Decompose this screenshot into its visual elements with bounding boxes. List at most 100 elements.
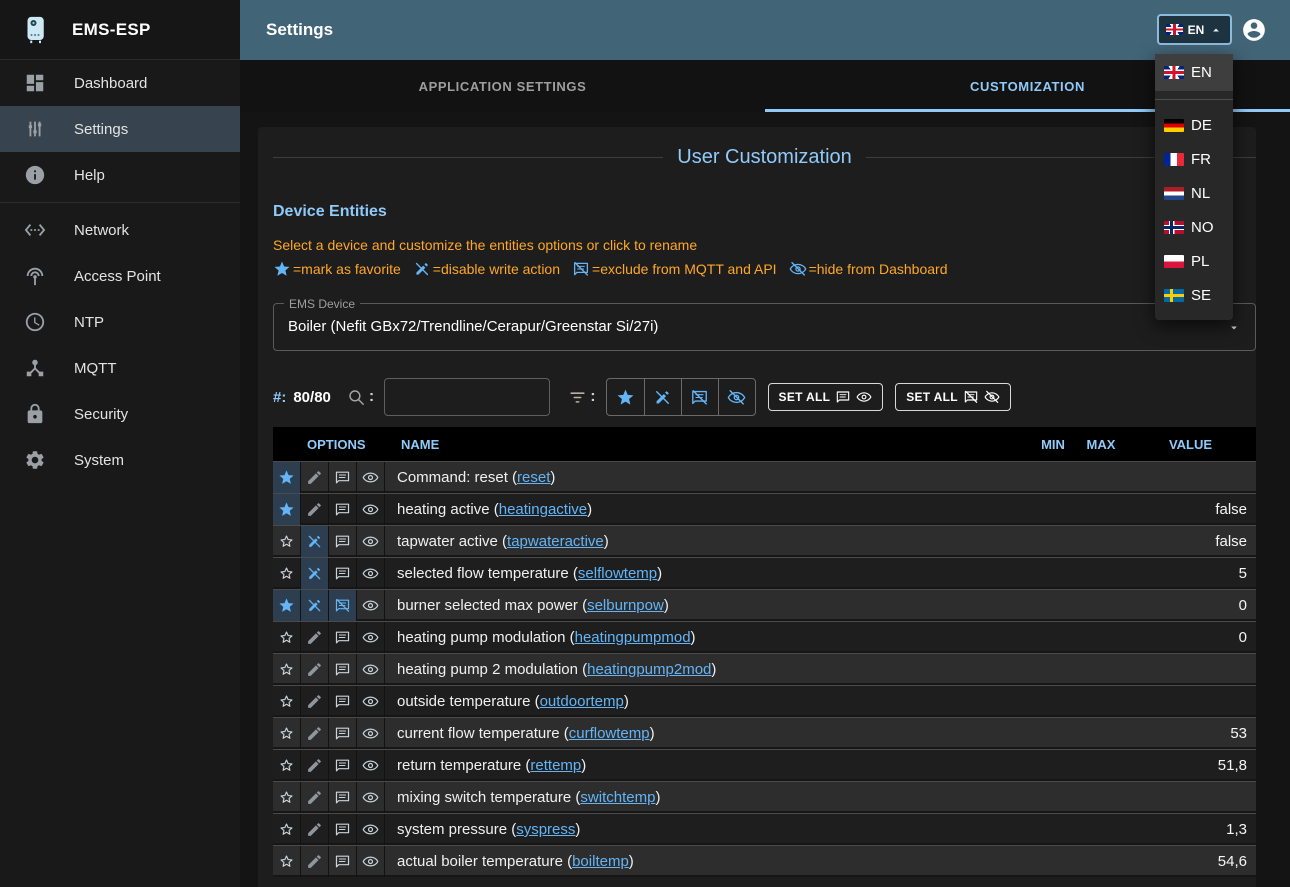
favorite-toggle[interactable] [273,750,301,781]
entity-name[interactable]: selected flow temperature (selflowtemp) [385,558,1029,589]
sidebar-item-mqtt[interactable]: MQTT [0,345,240,391]
favorite-toggle[interactable] [273,846,301,877]
write-action-toggle[interactable] [301,590,329,621]
sidebar-item-access-point[interactable]: Access Point [0,253,240,299]
entity-name[interactable]: actual boiler temperature (boiltemp) [385,846,1029,877]
dashboard-visibility-toggle[interactable] [357,718,385,749]
write-action-toggle[interactable] [301,718,329,749]
entity-name[interactable]: return temperature (rettemp) [385,750,1029,781]
sidebar-item-ntp[interactable]: NTP [0,299,240,345]
search-input[interactable] [384,378,550,416]
language-button[interactable]: EN [1157,14,1232,45]
dashboard-visibility-toggle[interactable] [357,782,385,813]
language-option-de[interactable]: DE [1155,108,1233,142]
mqtt-exclude-toggle[interactable] [329,558,357,589]
mqtt-exclude-toggle[interactable] [329,526,357,557]
favorite-toggle[interactable] [273,590,301,621]
entity-code-link[interactable]: curflowtemp [569,725,650,742]
write-action-toggle[interactable] [301,462,329,493]
filter-write-off-toggle[interactable] [644,379,681,415]
dashboard-visibility-toggle[interactable] [357,654,385,685]
entity-code-link[interactable]: boiltemp [572,853,629,870]
account-icon[interactable] [1241,17,1267,43]
language-option-pl[interactable]: PL [1155,244,1233,278]
write-action-toggle[interactable] [301,494,329,525]
favorite-toggle[interactable] [273,782,301,813]
write-action-toggle[interactable] [301,814,329,845]
write-action-toggle[interactable] [301,750,329,781]
dashboard-visibility-toggle[interactable] [357,526,385,557]
language-option-nl[interactable]: NL [1155,176,1233,210]
mqtt-exclude-toggle[interactable] [329,814,357,845]
dashboard-visibility-toggle[interactable] [357,462,385,493]
favorite-toggle[interactable] [273,718,301,749]
mqtt-exclude-toggle[interactable] [329,462,357,493]
write-action-toggle[interactable] [301,782,329,813]
mqtt-exclude-toggle[interactable] [329,750,357,781]
mqtt-exclude-toggle[interactable] [329,654,357,685]
entity-name[interactable]: outside temperature (outdoortemp) [385,686,1029,717]
dashboard-visibility-toggle[interactable] [357,686,385,717]
write-action-toggle[interactable] [301,622,329,653]
sidebar-item-security[interactable]: Security [0,391,240,437]
entity-code-link[interactable]: heatingactive [499,501,587,518]
dashboard-visibility-toggle[interactable] [357,590,385,621]
sidebar-item-help[interactable]: Help [0,152,240,198]
entity-name[interactable]: current flow temperature (curflowtemp) [385,718,1029,749]
favorite-toggle[interactable] [273,494,301,525]
write-action-toggle[interactable] [301,558,329,589]
entity-code-link[interactable]: heatingpump2mod [587,661,711,678]
entity-name[interactable]: burner selected max power (selburnpow) [385,590,1029,621]
language-option-fr[interactable]: FR [1155,142,1233,176]
favorite-toggle[interactable] [273,558,301,589]
sidebar-item-settings[interactable]: Settings [0,106,240,152]
mqtt-exclude-toggle[interactable] [329,718,357,749]
favorite-toggle[interactable] [273,686,301,717]
entity-name[interactable]: mixing switch temperature (switchtemp) [385,782,1029,813]
favorite-toggle[interactable] [273,622,301,653]
dashboard-visibility-toggle[interactable] [357,622,385,653]
dashboard-visibility-toggle[interactable] [357,558,385,589]
write-action-toggle[interactable] [301,654,329,685]
entity-name[interactable]: heating active (heatingactive) [385,494,1029,525]
entity-code-link[interactable]: syspress [516,821,575,838]
dashboard-visibility-toggle[interactable] [357,750,385,781]
mqtt-exclude-toggle[interactable] [329,494,357,525]
dashboard-visibility-toggle[interactable] [357,494,385,525]
entity-name[interactable]: Command: reset (reset) [385,462,1029,493]
language-option-en[interactable]: EN [1155,54,1233,91]
sidebar-item-dashboard[interactable]: Dashboard [0,60,240,106]
dashboard-visibility-toggle[interactable] [357,814,385,845]
entity-code-link[interactable]: tapwateractive [507,533,604,550]
set-all-show-button[interactable]: SET ALL [768,383,884,411]
entity-code-link[interactable]: heatingpumpmod [575,629,691,646]
entity-code-link[interactable]: switchtemp [580,789,655,806]
mqtt-exclude-toggle[interactable] [329,622,357,653]
entity-code-link[interactable]: rettemp [530,757,581,774]
dashboard-visibility-toggle[interactable] [357,846,385,877]
favorite-toggle[interactable] [273,814,301,845]
write-action-toggle[interactable] [301,846,329,877]
ems-device-select[interactable]: EMS Device Boiler (Nefit GBx72/Trendline… [273,303,1256,351]
sidebar-item-system[interactable]: System [0,437,240,483]
language-option-no[interactable]: NO [1155,210,1233,244]
write-action-toggle[interactable] [301,686,329,717]
entity-code-link[interactable]: outdoortemp [540,693,624,710]
favorite-toggle[interactable] [273,654,301,685]
filter-hidden-toggle[interactable] [718,379,755,415]
mqtt-exclude-toggle[interactable] [329,590,357,621]
entity-name[interactable]: system pressure (syspress) [385,814,1029,845]
language-option-se[interactable]: SE [1155,278,1233,312]
mqtt-exclude-toggle[interactable] [329,782,357,813]
mqtt-exclude-toggle[interactable] [329,846,357,877]
sidebar-item-network[interactable]: Network [0,207,240,253]
entity-name[interactable]: heating pump 2 modulation (heatingpump2m… [385,654,1029,685]
tab-application-settings[interactable]: APPLICATION SETTINGS [240,60,765,112]
favorite-toggle[interactable] [273,526,301,557]
entity-code-link[interactable]: selflowtemp [578,565,657,582]
favorite-toggle[interactable] [273,462,301,493]
set-all-hide-button[interactable]: SET ALL [895,383,1011,411]
filter-mqtt-exclude-toggle[interactable] [681,379,718,415]
entity-code-link[interactable]: reset [517,469,550,486]
filter-favorite-toggle[interactable] [607,379,644,415]
